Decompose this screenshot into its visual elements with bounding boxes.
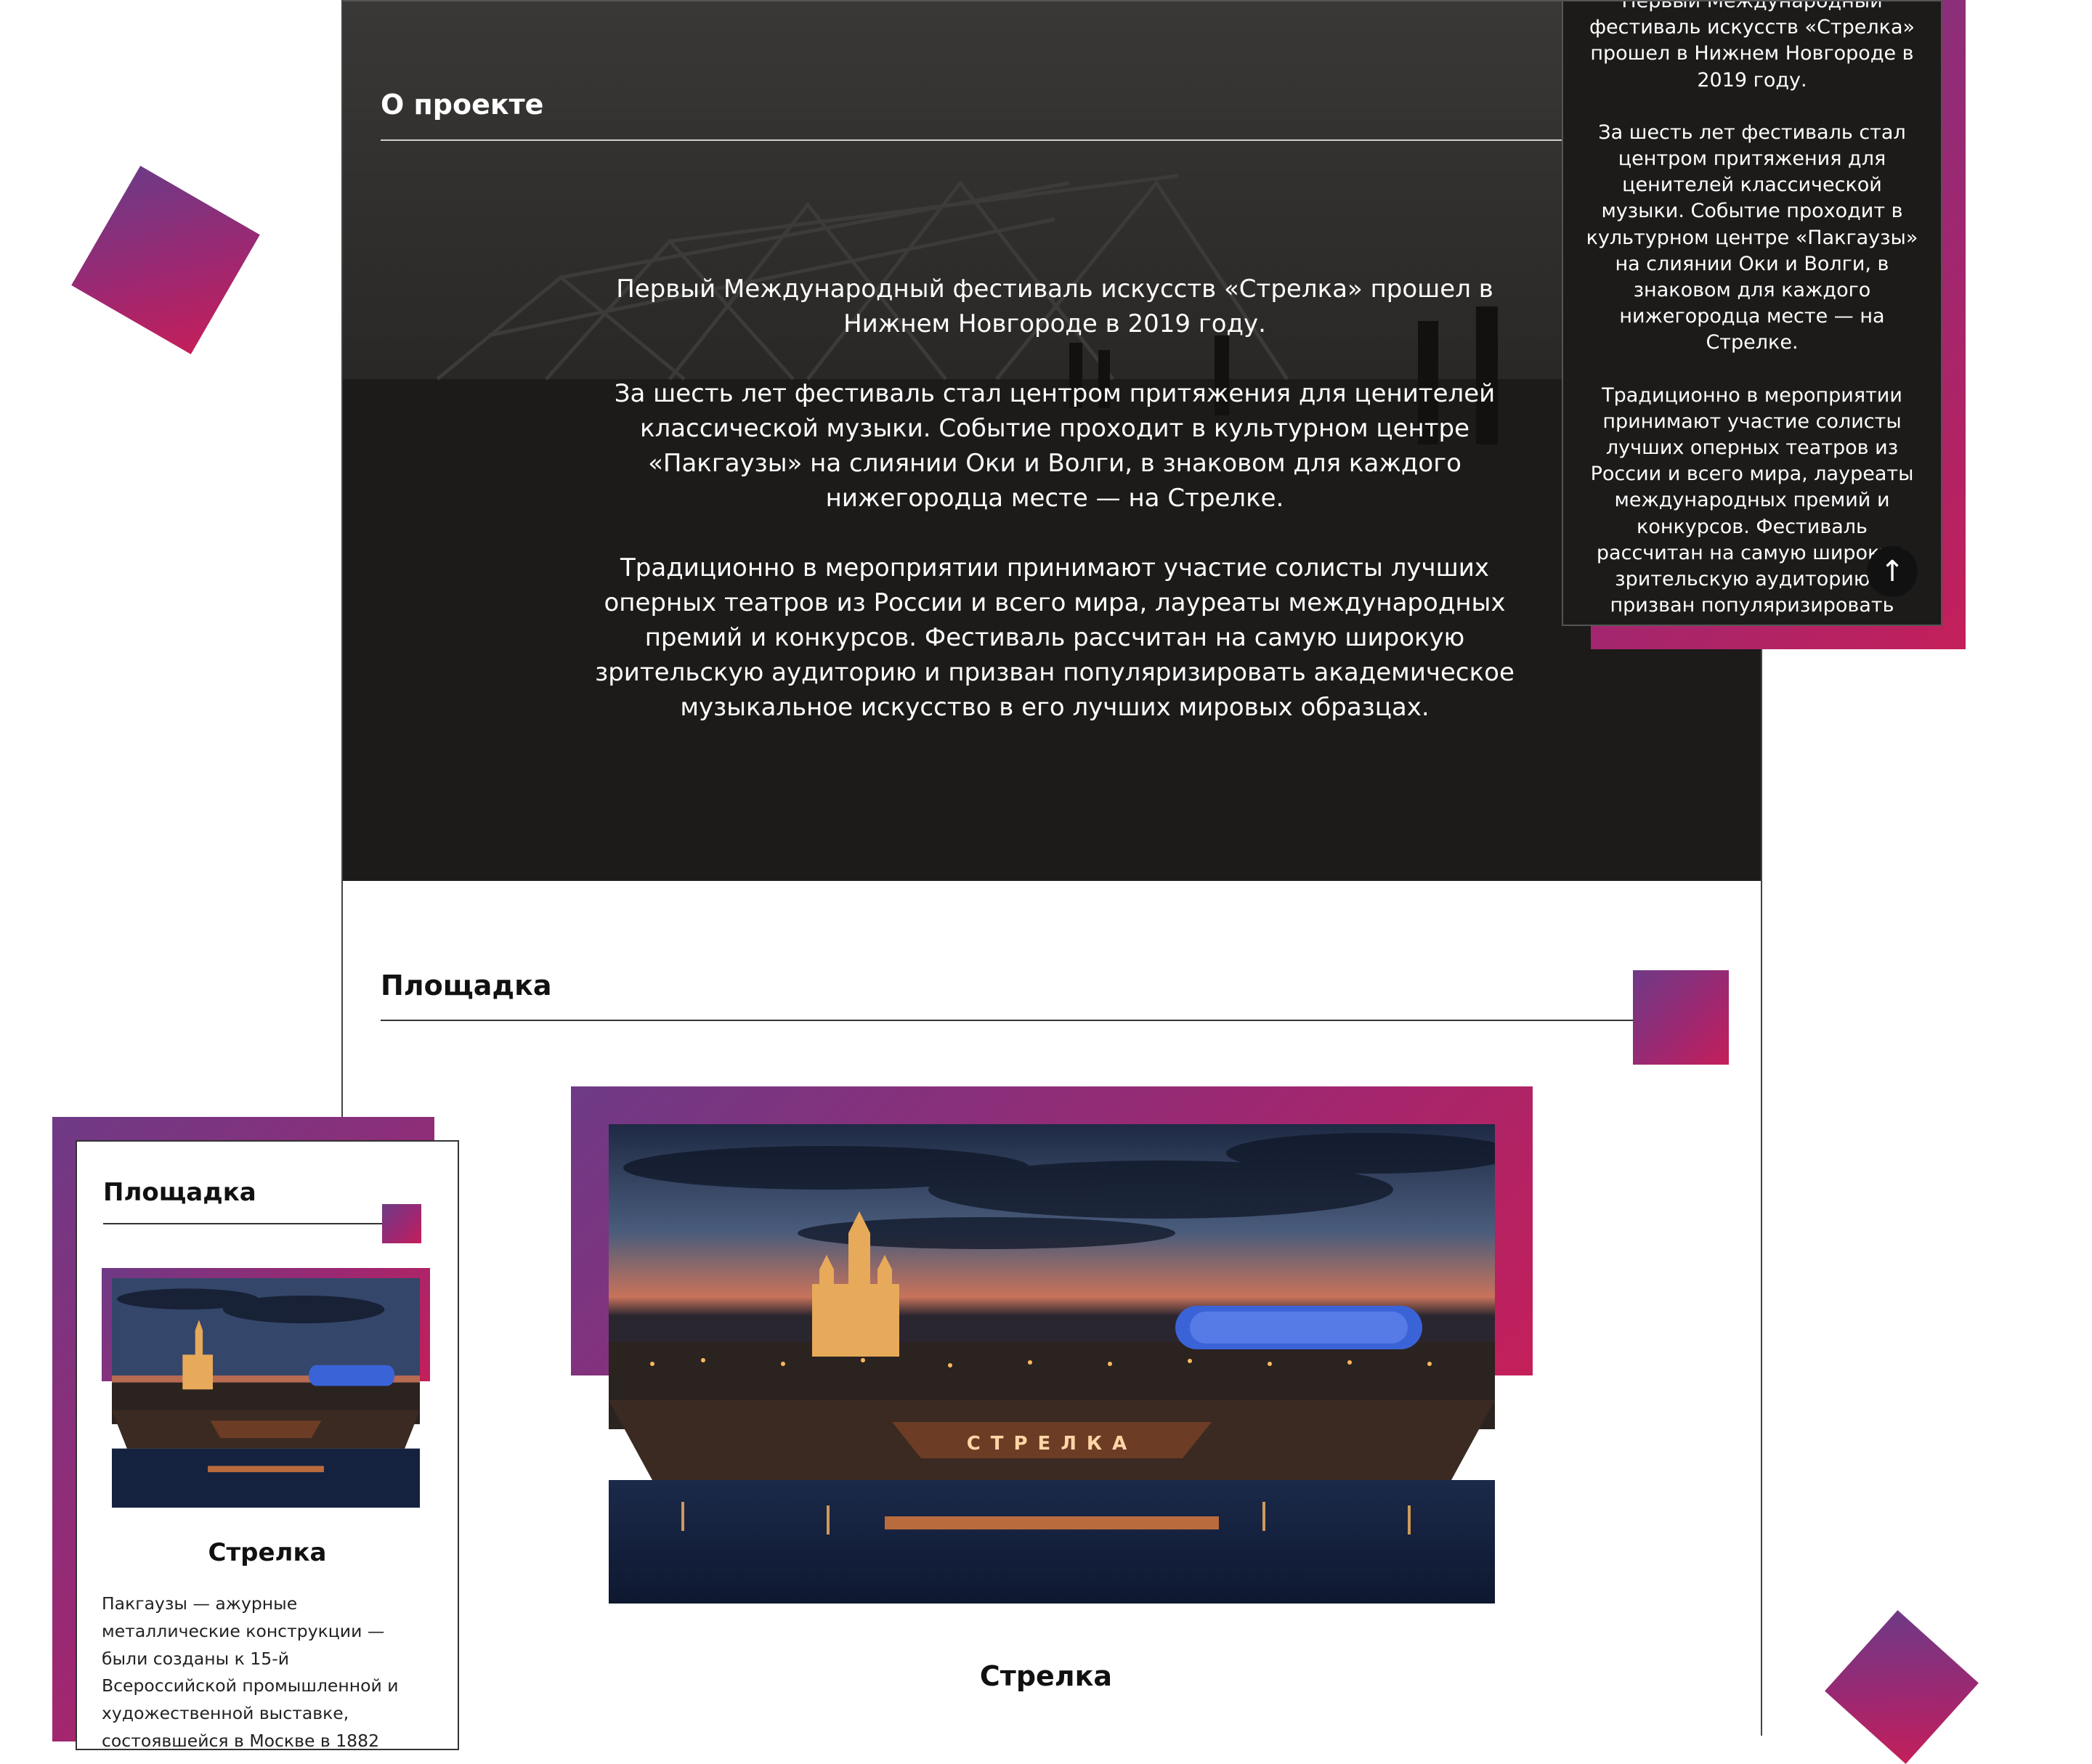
about-paragraph: За шесть лет фестиваль стал центром прит… — [614, 379, 1496, 513]
decorative-diamond-bottom-right — [1825, 1610, 1979, 1764]
mobile-venue-photo[interactable] — [112, 1278, 420, 1508]
venue-name: Стрелка — [979, 1660, 1113, 1692]
about-paragraph: Первый Международный фестиваль искусств … — [616, 275, 1493, 338]
about-title: О проекте — [381, 89, 544, 121]
mobile-about-paragraph: Первый Международный фестиваль искусств … — [1589, 0, 1915, 92]
venue-divider — [381, 1020, 1681, 1021]
venue-photo[interactable]: СТРЕЛКА — [609, 1124, 1495, 1604]
arrow-up-icon: ↑ — [1880, 555, 1905, 588]
mobile-venue-name: Стрелка — [208, 1538, 327, 1567]
mobile-venue-description: Пакгаузы — ажурные металлические констру… — [102, 1593, 399, 1750]
mobile-about-paragraph: Традиционно в мероприятии принимают учас… — [1590, 383, 1914, 617]
mobile-venue-decor-square — [382, 1204, 421, 1243]
photo-sign-text: СТРЕЛКА — [967, 1433, 1138, 1455]
about-paragraph: Традиционно в мероприятии принимают учас… — [595, 553, 1515, 722]
scroll-up-button[interactable]: ↑ — [1867, 546, 1918, 597]
decorative-diamond-left — [71, 166, 260, 354]
mobile-strelka-photo-image — [112, 1278, 420, 1508]
mobile-about-text: Первый Международный фестиваль искусств … — [1585, 0, 1919, 625]
mobile-venue-title: Площадка — [103, 1178, 256, 1207]
about-divider — [381, 139, 1572, 141]
mobile-venue-preview: Площадка Стрелка Пакгаузы — ажурные мета… — [76, 1140, 459, 1750]
mobile-about-preview: Первый Международный фестиваль искусств … — [1562, 0, 1942, 626]
mobile-venue-divider — [103, 1223, 408, 1224]
strelka-photo-image: СТРЕЛКА — [609, 1124, 1495, 1604]
mobile-about-paragraph: За шесть лет фестиваль стал центром прит… — [1586, 121, 1918, 354]
venue-decor-square — [1633, 970, 1729, 1065]
venue-title: Площадка — [381, 970, 552, 1001]
about-text: Первый Международный фестиваль искусств … — [583, 272, 1527, 760]
about-section: О проекте Первый Международный фестиваль… — [343, 0, 1761, 881]
